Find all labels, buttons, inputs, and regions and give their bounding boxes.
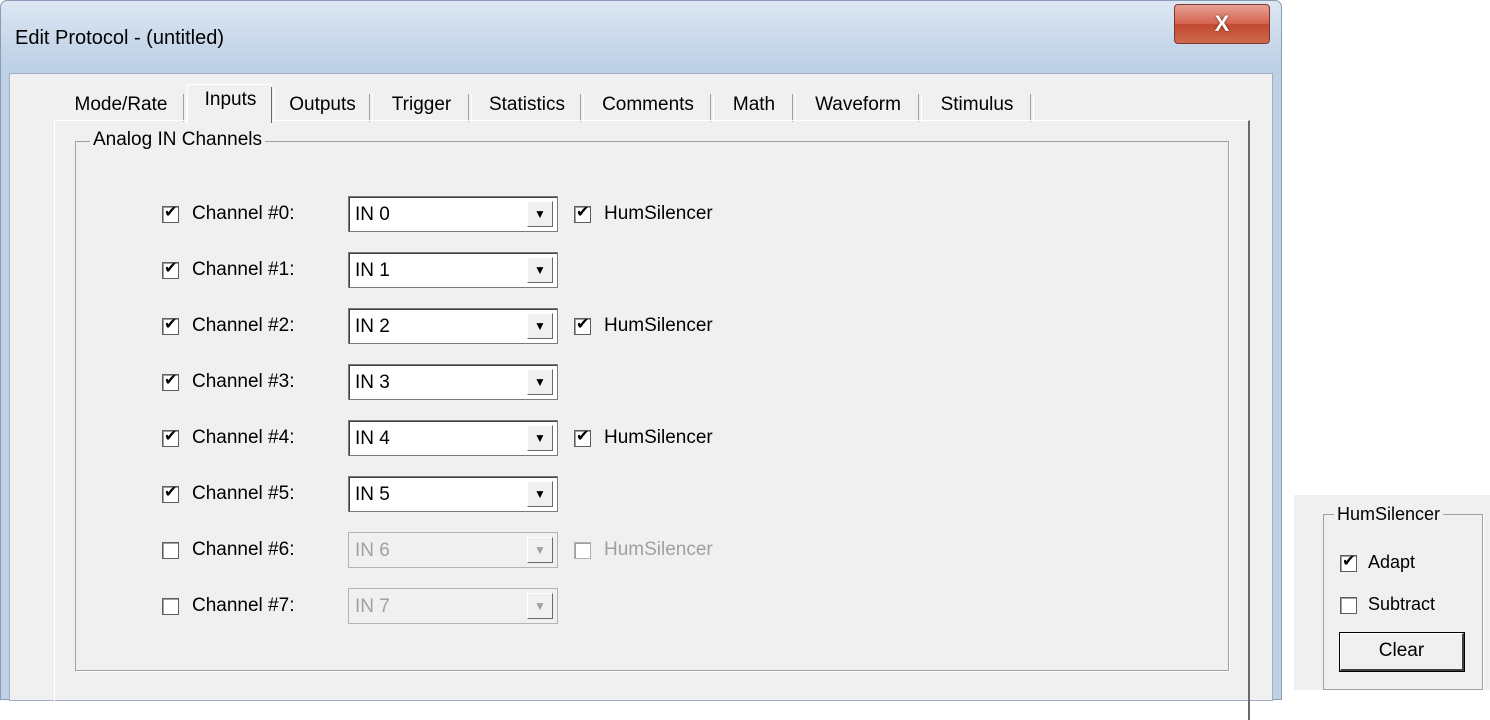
channel-4-input-select[interactable]: IN 4 ▼	[348, 420, 558, 456]
channel-2-label: Channel #2:	[192, 315, 295, 336]
tab-outputs[interactable]: Outputs	[274, 90, 373, 122]
channel-2-enable-checkbox[interactable]	[162, 315, 179, 335]
channel-6-enable-checkbox[interactable]	[162, 542, 179, 559]
adapt-checkbox[interactable]	[1340, 552, 1357, 572]
tab-comments[interactable]: Comments	[584, 90, 714, 122]
group-title: Analog IN Channels	[90, 128, 265, 152]
channel-1-input-select[interactable]: IN 1 ▼	[348, 252, 558, 288]
close-button[interactable]: X	[1174, 4, 1270, 44]
channel-0-input-select[interactable]: IN 0 ▼	[348, 196, 558, 232]
channel-6-humsilencer-label: HumSilencer	[604, 539, 713, 560]
channel-3-input-select[interactable]: IN 3 ▼	[348, 364, 558, 400]
chevron-down-icon[interactable]: ▼	[527, 313, 553, 339]
channel-4-input-value: IN 4	[355, 428, 390, 449]
humsilencer-panel: HumSilencer Adapt Subtract Clear	[1294, 495, 1490, 690]
channel-7-label: Channel #7:	[192, 595, 295, 616]
chevron-down-icon: ▼	[527, 593, 553, 619]
channel-5-input-value: IN 5	[355, 484, 390, 505]
channel-0-humsilencer-label: HumSilencer	[604, 203, 713, 224]
tab-mode-rate[interactable]: Mode/Rate	[57, 90, 187, 122]
edit-protocol-window: Edit Protocol - (untitled) X Mode/Rate I…	[0, 0, 1282, 720]
humsilencer-group: HumSilencer Adapt Subtract Clear	[1323, 502, 1483, 690]
channel-0-label: Channel #0:	[192, 203, 295, 224]
inputs-tab-panel: Analog IN Channels Channel #0: IN 0 ▼ Hu…	[54, 120, 1250, 720]
adapt-label: Adapt	[1368, 552, 1416, 572]
close-icon: X	[1214, 11, 1230, 36]
channel-2-input-select[interactable]: IN 2 ▼	[348, 308, 558, 344]
tab-math[interactable]: Math	[714, 90, 796, 122]
tab-waveform[interactable]: Waveform	[796, 90, 922, 122]
chevron-down-icon[interactable]: ▼	[527, 369, 553, 395]
channel-6-input-select: IN 6 ▼	[348, 532, 558, 568]
tab-trigger[interactable]: Trigger	[373, 90, 472, 122]
channel-1-input-value: IN 1	[355, 260, 390, 281]
subtract-label: Subtract	[1368, 594, 1436, 614]
channel-4-label: Channel #4:	[192, 427, 295, 448]
channel-0-humsilencer-checkbox[interactable]	[574, 203, 591, 223]
channel-1-label: Channel #1:	[192, 259, 295, 280]
channel-0-input-value: IN 0	[355, 204, 390, 225]
channel-5-input-select[interactable]: IN 5 ▼	[348, 476, 558, 512]
channel-3-label: Channel #3:	[192, 371, 295, 392]
window-title: Edit Protocol - (untitled)	[15, 27, 224, 49]
channel-7-input-select: IN 7 ▼	[348, 588, 558, 624]
channel-2-humsilencer-label: HumSilencer	[604, 315, 713, 336]
title-bar[interactable]: Edit Protocol - (untitled) X	[1, 1, 1281, 73]
channel-6-label: Channel #6:	[192, 539, 295, 560]
chevron-down-icon: ▼	[527, 537, 553, 563]
channel-5-enable-checkbox[interactable]	[162, 483, 179, 503]
channel-5-label: Channel #5:	[192, 483, 295, 504]
tab-inputs[interactable]: Inputs	[187, 84, 275, 125]
humsilencer-group-title: HumSilencer	[1334, 502, 1444, 526]
dialog-client-area: Mode/Rate Inputs Outputs Trigger Statist…	[9, 73, 1273, 720]
channel-4-humsilencer-checkbox[interactable]	[574, 427, 591, 447]
channel-3-input-value: IN 3	[355, 372, 390, 393]
tab-statistics[interactable]: Statistics	[472, 90, 584, 122]
channel-6-humsilencer-checkbox	[574, 542, 591, 559]
chevron-down-icon[interactable]: ▼	[527, 257, 553, 283]
channel-4-humsilencer-label: HumSilencer	[604, 427, 713, 448]
chevron-down-icon[interactable]: ▼	[527, 201, 553, 227]
channel-7-enable-checkbox[interactable]	[162, 598, 179, 615]
tab-stimulus[interactable]: Stimulus	[922, 90, 1034, 122]
chevron-down-icon[interactable]: ▼	[527, 425, 553, 451]
chevron-down-icon[interactable]: ▼	[527, 481, 553, 507]
channel-3-enable-checkbox[interactable]	[162, 371, 179, 391]
channel-4-enable-checkbox[interactable]	[162, 427, 179, 447]
subtract-checkbox[interactable]	[1340, 597, 1357, 614]
channel-7-input-value: IN 7	[355, 596, 390, 617]
channel-1-enable-checkbox[interactable]	[162, 259, 179, 279]
channel-2-input-value: IN 2	[355, 316, 390, 337]
channel-2-humsilencer-checkbox[interactable]	[574, 315, 591, 335]
analog-in-channels-group: Analog IN Channels Channel #0: IN 0 ▼ Hu…	[75, 128, 1229, 671]
tab-strip: Mode/Rate Inputs Outputs Trigger Statist…	[57, 84, 1257, 125]
clear-button[interactable]: Clear	[1339, 632, 1465, 672]
channel-6-input-value: IN 6	[355, 540, 390, 561]
channel-0-enable-checkbox[interactable]	[162, 203, 179, 223]
